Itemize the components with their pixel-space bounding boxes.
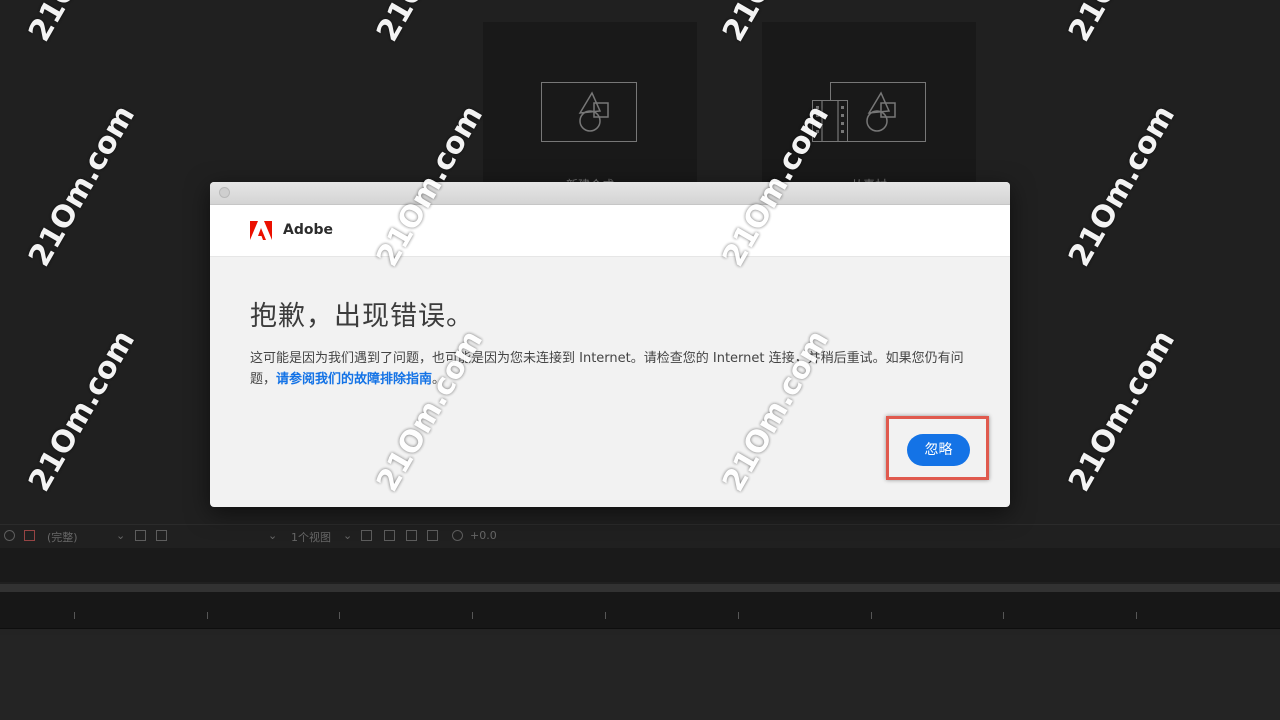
brand-header: Adobe: [210, 205, 1010, 257]
error-message: 这可能是因为我们遇到了问题，也可能是因为您未连接到 Internet。请检查您的…: [250, 348, 970, 390]
brand-name: Adobe: [283, 222, 333, 238]
dialog-titlebar[interactable]: [210, 182, 1010, 205]
close-window-icon[interactable]: [219, 187, 230, 198]
highlight-box: [886, 416, 989, 480]
troubleshooting-guide-link[interactable]: 请参阅我们的故障排除指南: [276, 372, 432, 387]
adobe-logo-icon: [250, 221, 272, 240]
error-heading: 抱歉，出现错误。: [250, 301, 474, 332]
